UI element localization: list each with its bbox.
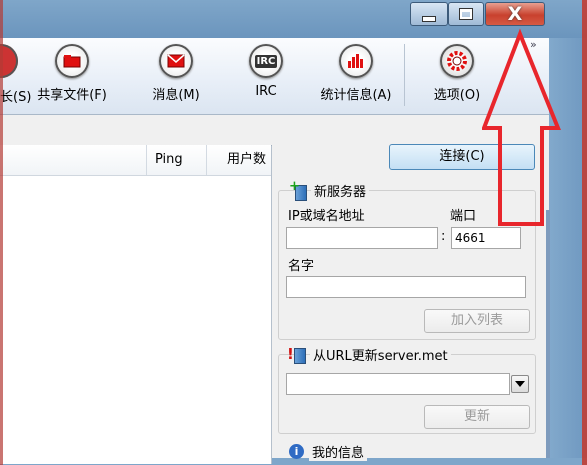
port-input[interactable]: 4661 xyxy=(451,227,521,249)
my-info-title: i 我的信息 xyxy=(289,442,368,461)
name-label: 名字 xyxy=(288,259,315,274)
add-to-list-button[interactable]: 加入列表 xyxy=(424,309,530,333)
irc-icon: IRC xyxy=(249,44,283,78)
column-ping[interactable]: Ping xyxy=(146,145,206,175)
panel-scrollbar[interactable] xyxy=(546,210,550,458)
toolbar-statistics-button[interactable]: 统计信息(A) xyxy=(312,44,400,108)
info-icon: i xyxy=(289,444,304,459)
ip-label: IP或域名地址 xyxy=(288,209,365,224)
new-server-title: + 新服务器 xyxy=(289,180,370,201)
messages-icon xyxy=(159,44,193,78)
toolbar-separator xyxy=(404,44,405,106)
ip-input[interactable] xyxy=(286,227,438,249)
messages-label: 消息(M) xyxy=(152,88,200,103)
toolbar-irc-button[interactable]: IRC IRC xyxy=(236,44,296,108)
gear-icon xyxy=(440,44,474,78)
statistics-label: 统计信息(A) xyxy=(320,88,392,103)
maximize-icon xyxy=(459,8,473,20)
statistics-icon xyxy=(339,44,373,78)
close-icon: X xyxy=(507,3,523,25)
name-input[interactable] xyxy=(286,276,526,298)
minimize-button[interactable] xyxy=(410,2,448,26)
window-border-right xyxy=(582,0,587,465)
shared-files-icon xyxy=(55,44,89,78)
toolbar-messages-button[interactable]: 消息(M) xyxy=(140,44,212,108)
irc-label: IRC xyxy=(255,84,277,99)
update-button[interactable]: 更新 xyxy=(424,405,530,429)
annotation-arrow-icon xyxy=(482,28,561,226)
update-server-title: ! 从URL更新server.met xyxy=(287,345,451,364)
chevron-down-icon xyxy=(515,381,525,387)
port-separator: : xyxy=(441,229,446,244)
options-label: 选项(O) xyxy=(433,88,481,103)
shared-files-label: 共享文件(F) xyxy=(37,88,107,103)
maximize-button[interactable] xyxy=(448,2,484,26)
server-list[interactable] xyxy=(0,145,272,464)
window-border-left xyxy=(0,0,3,465)
close-button[interactable]: X xyxy=(485,2,545,26)
toolbar-options-button[interactable]: 选项(O) xyxy=(424,44,490,108)
update-server-icon: ! xyxy=(287,346,307,364)
minimize-icon xyxy=(422,16,436,22)
column-users[interactable]: 用户数 xyxy=(206,145,271,175)
toolbar-shared-files-button[interactable]: 共享文件(F) xyxy=(16,44,128,108)
url-input[interactable] xyxy=(286,373,510,395)
url-dropdown-button[interactable] xyxy=(511,375,529,393)
port-label: 端口 xyxy=(450,209,477,224)
add-server-icon: + xyxy=(289,180,307,201)
